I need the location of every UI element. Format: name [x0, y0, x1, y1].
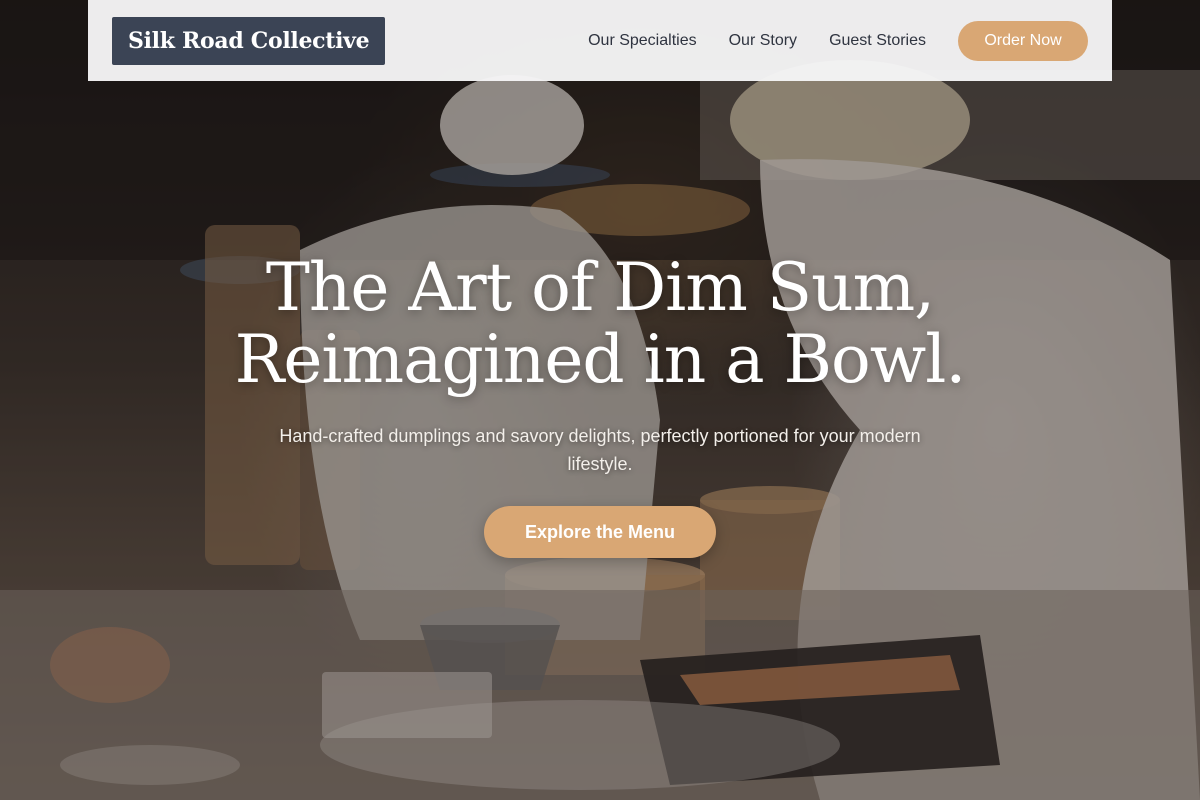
- hero-section: The Art of Dim Sum, Reimagined in a Bowl…: [0, 252, 1200, 558]
- hero-subtitle: Hand-crafted dumplings and savory deligh…: [279, 426, 921, 474]
- top-navbar: Silk Road Collective Our Specialties Our…: [88, 0, 1112, 81]
- hero-title: The Art of Dim Sum, Reimagined in a Bowl…: [0, 252, 1200, 396]
- order-now-button[interactable]: Order Now: [958, 20, 1088, 61]
- nav-link-our-specialties[interactable]: Our Specialties: [588, 32, 697, 50]
- nav-link-guest-stories[interactable]: Guest Stories: [829, 32, 926, 50]
- brand-logo[interactable]: Silk Road Collective: [112, 16, 386, 65]
- nav-links: Our Specialties Our Story Guest Stories …: [588, 20, 1088, 61]
- hero-title-line-1: The Art of Dim Sum,: [265, 249, 935, 326]
- nav-link-our-story[interactable]: Our Story: [729, 32, 797, 50]
- explore-menu-button[interactable]: Explore the Menu: [484, 506, 716, 558]
- hero-title-line-2: Reimagined in a Bowl.: [234, 321, 967, 398]
